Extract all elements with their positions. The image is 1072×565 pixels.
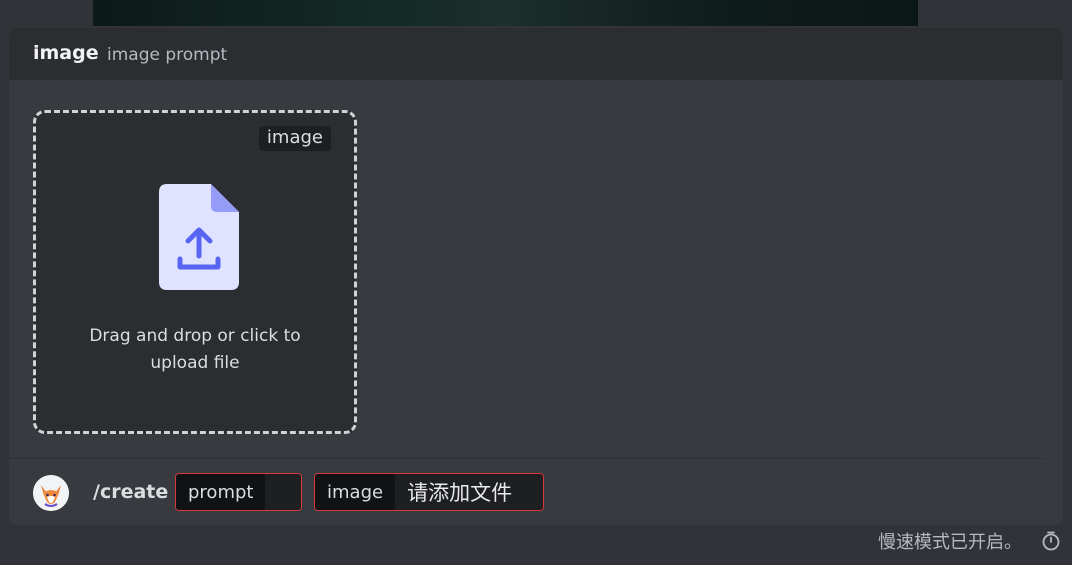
- dropzone-instructions: Drag and drop or click to upload file: [36, 323, 354, 377]
- option-prompt-label: prompt: [176, 474, 266, 510]
- upload-file-icon: [159, 184, 239, 290]
- upload-dropzone[interactable]: image Drag and drop or click to upload f…: [33, 110, 357, 434]
- panel-header: image image prompt: [9, 28, 1063, 80]
- fox-avatar-image: [33, 475, 69, 511]
- divider: [9, 458, 1044, 459]
- slash-command: /create: [93, 481, 169, 503]
- slowmode-status: 慢速模式已开启。: [878, 532, 1022, 553]
- option-prompt[interactable]: prompt: [175, 473, 302, 511]
- panel-subtitle: image prompt: [107, 45, 228, 65]
- option-prompt-value[interactable]: [265, 474, 301, 510]
- option-image[interactable]: image 请添加文件: [314, 473, 544, 511]
- attachment-panel: image image prompt image Drag and drop o…: [9, 28, 1063, 525]
- fox-avatar[interactable]: [33, 475, 69, 511]
- option-image-label: image: [315, 474, 396, 510]
- panel-title: image: [33, 42, 99, 64]
- embedded-image-preview: [93, 0, 918, 26]
- dropzone-tag: image: [258, 126, 331, 151]
- dropzone-text-line2: upload file: [150, 353, 240, 373]
- stopwatch-icon[interactable]: [1041, 531, 1061, 551]
- dropzone-text-line1: Drag and drop or click to: [89, 326, 301, 346]
- option-image-value[interactable]: 请添加文件: [395, 474, 543, 510]
